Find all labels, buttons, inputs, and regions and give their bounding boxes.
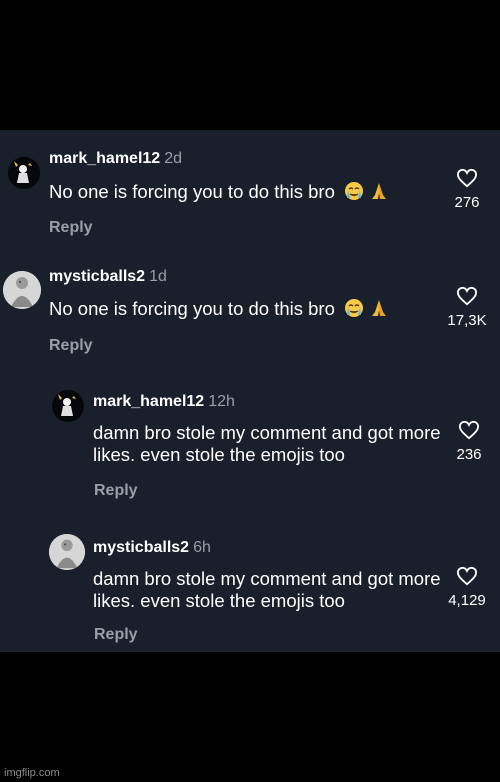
avatar[interactable] (8, 157, 40, 189)
comment-text: No one is forcing you to do this bro (49, 181, 409, 206)
reply-button[interactable]: Reply (94, 626, 138, 644)
comment-body: No one is forcing you to do this bro (49, 298, 335, 319)
folded-hands-icon (372, 300, 387, 316)
comment-meta: mysticballs2 1d (49, 268, 167, 286)
timestamp: 1d (149, 268, 167, 285)
username[interactable]: mark_hamel12 (49, 150, 160, 167)
crying-face-icon (345, 299, 364, 317)
username[interactable]: mysticballs2 (93, 539, 189, 556)
emoji-group (344, 181, 389, 206)
comment-text: damn bro stole my comment and got more l… (93, 568, 441, 611)
like-count: 236 (456, 446, 482, 463)
comment-meta: mark_hamel12 2d (49, 150, 182, 168)
comment-text: No one is forcing you to do this bro (49, 298, 409, 323)
avatar[interactable] (52, 390, 84, 422)
username[interactable]: mysticballs2 (49, 268, 145, 285)
reply-button[interactable]: Reply (49, 337, 93, 355)
reply-button[interactable]: Reply (49, 219, 93, 237)
like-control[interactable]: 236 (439, 420, 499, 463)
timestamp: 2d (164, 150, 182, 167)
comment-meta: mysticballs2 6h (93, 539, 211, 557)
emoji-group (344, 298, 389, 323)
like-count: 276 (454, 194, 480, 211)
avatar[interactable] (3, 271, 41, 309)
reply-button[interactable]: Reply (94, 482, 138, 500)
comment-text: damn bro stole my comment and got more l… (93, 422, 441, 465)
timestamp: 6h (193, 539, 211, 556)
heart-icon[interactable] (456, 286, 478, 306)
like-count: 4,129 (448, 592, 486, 609)
comment-body: No one is forcing you to do this bro (49, 181, 335, 202)
like-control[interactable]: 17,3K (437, 286, 497, 329)
watermark: imgflip.com (4, 767, 60, 779)
heart-icon[interactable] (458, 420, 480, 440)
comment-meta: mark_hamel12 12h (93, 393, 235, 411)
comments-panel: mark_hamel12 2d No one is forcing you to … (0, 130, 500, 652)
avatar[interactable] (49, 534, 85, 570)
timestamp: 12h (208, 393, 235, 410)
like-control[interactable]: 4,129 (432, 566, 500, 609)
folded-hands-icon (372, 183, 387, 199)
username[interactable]: mark_hamel12 (93, 393, 204, 410)
heart-icon[interactable] (456, 168, 478, 188)
like-count: 17,3K (447, 312, 487, 329)
like-control[interactable]: 276 (437, 168, 497, 211)
crying-face-icon (345, 182, 364, 200)
heart-icon[interactable] (456, 566, 478, 586)
